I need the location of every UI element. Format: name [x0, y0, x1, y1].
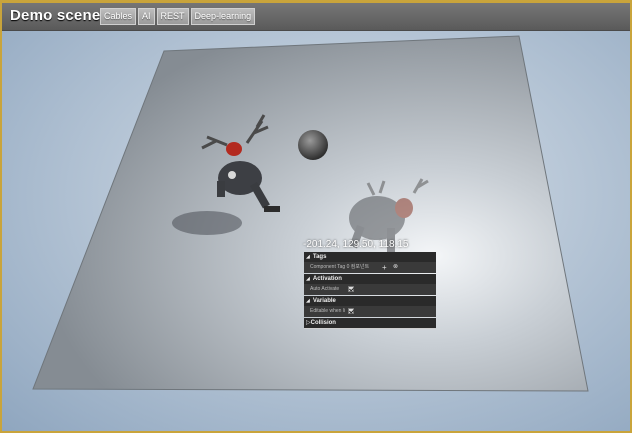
tab-deep-learning[interactable]: Deep-learning [190, 8, 256, 25]
section-variable-header[interactable]: ◢ Variable [304, 296, 436, 306]
auto-activate-checkbox[interactable] [348, 286, 354, 292]
details-panel: ◢ Tags Component Tag 0 컴포넌트 + ⊗ ◢ Activati… [304, 251, 436, 329]
top-toolbar: Demo scenes Cables AI REST Deep-learning [2, 3, 630, 31]
3d-viewport[interactable]: Demo scenes Cables AI REST Deep-learning… [2, 3, 630, 431]
section-title: Collision [310, 320, 336, 326]
character-shadow [172, 211, 242, 235]
add-icon[interactable]: + [382, 262, 387, 273]
section-activation-header[interactable]: ◢ Activation [304, 274, 436, 284]
section-title: Variable [312, 298, 336, 304]
expand-triangle-icon: ◢ [306, 276, 310, 282]
section-title: Activation [312, 276, 342, 282]
tab-rest[interactable]: REST [156, 8, 189, 25]
section-collision-header[interactable]: ▷Collision [304, 318, 436, 329]
scene-render [32, 35, 589, 392]
auto-activate-row: Auto Activate [304, 284, 436, 295]
row-label: Editable when li [310, 308, 346, 314]
component-tag-row: Component Tag 0 컴포넌트 + ⊗ [304, 262, 436, 273]
row-label: Component Tag 0 컴포넌트 [310, 264, 370, 270]
editable-row: Editable when li [304, 306, 436, 317]
sphere-object [298, 130, 328, 160]
editor-window: Demo scenes Cables AI REST Deep-learning… [0, 0, 632, 433]
floor-plane [32, 35, 589, 392]
scene-tabs: Cables AI REST Deep-learning [100, 8, 256, 25]
section-tags-header[interactable]: ◢ Tags [304, 252, 436, 262]
tab-ai[interactable]: AI [138, 8, 155, 25]
editable-checkbox[interactable] [348, 308, 354, 314]
clear-icon[interactable]: ⊗ [393, 262, 398, 273]
expand-triangle-icon: ◢ [306, 254, 310, 260]
expand-triangle-icon: ◢ [306, 298, 310, 304]
coordinate-readout: -201.24, 129.50, 118.15 [303, 239, 409, 250]
page-title: Demo scenes [10, 7, 109, 24]
row-label: Auto Activate [310, 286, 340, 292]
section-title: Tags [312, 254, 327, 260]
tab-cables[interactable]: Cables [100, 8, 137, 25]
